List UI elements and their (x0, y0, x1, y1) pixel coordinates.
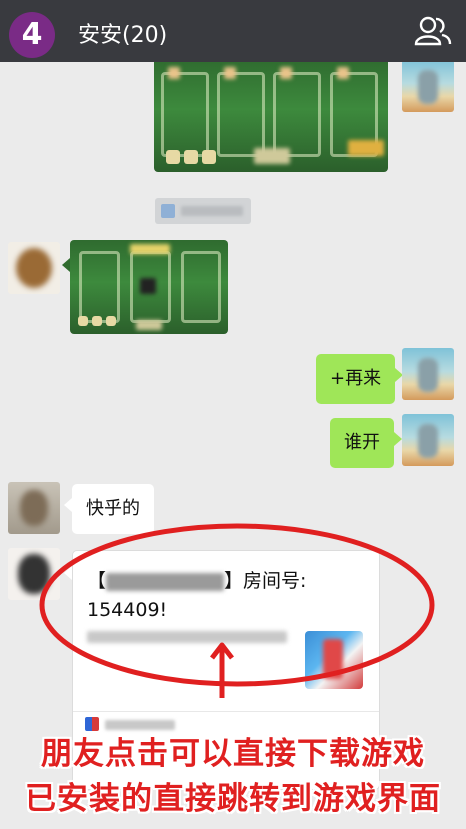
chat-title: 安安(20) (78, 23, 168, 48)
source-tag (155, 198, 251, 224)
up-arrow-icon (210, 642, 234, 698)
message-text: +再来 (330, 368, 382, 389)
message-bubble[interactable]: 谁开 (330, 418, 402, 468)
my-avatar[interactable] (402, 348, 454, 400)
friend-avatar[interactable] (8, 242, 60, 294)
step-badge: 4 (9, 12, 55, 58)
message-text: 谁开 (344, 432, 380, 453)
game-screenshot-image[interactable] (154, 62, 388, 172)
highlight-ellipse (39, 523, 435, 687)
my-avatar[interactable] (402, 414, 454, 466)
message-bubble[interactable]: +再来 (316, 354, 404, 404)
annotation-line-1: 朋友点击可以直接下载游戏 (41, 736, 425, 772)
group-members-icon[interactable] (414, 16, 452, 46)
my-avatar[interactable] (402, 62, 454, 112)
annotation-line-2: 已安装的直接跳转到游戏界面 (25, 781, 441, 817)
message-text: 快乎的 (86, 498, 140, 519)
game-screenshot-image[interactable] (70, 240, 228, 334)
chat-header: 4 安安(20) (0, 0, 466, 62)
message-list[interactable]: +再来 谁开 快乎的 【】房间号: 154409! (0, 62, 466, 829)
app-icon (161, 204, 175, 218)
